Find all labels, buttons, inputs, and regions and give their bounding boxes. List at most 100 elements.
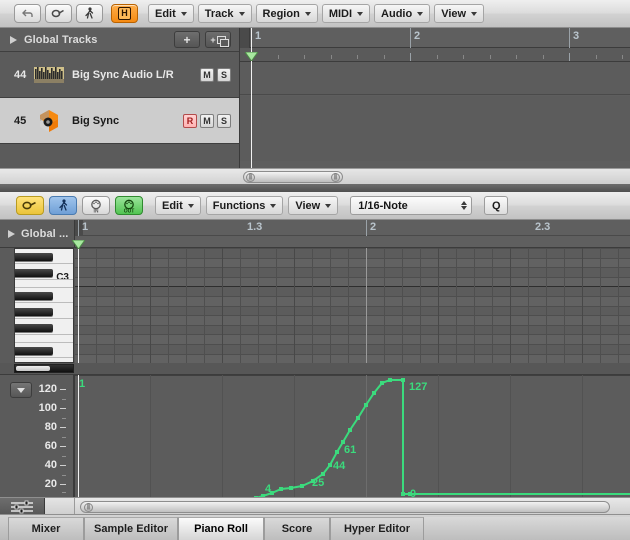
arrange-hscrollbar[interactable]: ||| |||: [240, 168, 630, 184]
svg-text:IN: IN: [94, 208, 99, 213]
velocity-params-dropdown[interactable]: [10, 382, 32, 398]
ruler-tick: [622, 55, 623, 59]
ruler-tick: [383, 55, 385, 59]
velocity-canvas[interactable]: [75, 375, 630, 497]
scroll-grip-icon[interactable]: |||: [331, 172, 340, 182]
menu-functions[interactable]: Functions: [205, 196, 284, 215]
hyperdraw-toggle[interactable]: H: [111, 4, 138, 23]
chevron-down-icon: [471, 11, 478, 16]
disclosure-triangle-icon[interactable]: [8, 229, 15, 238]
tab-hyper-editor[interactable]: Hyper Editor: [330, 517, 424, 540]
playhead-flag-icon[interactable]: [71, 236, 86, 250]
menu-region[interactable]: Region: [255, 4, 318, 23]
arrange-ruler[interactable]: 1 2 3: [240, 28, 630, 48]
piano-roll-playhead[interactable]: [78, 248, 79, 363]
record-enable-button[interactable]: R: [183, 113, 197, 128]
piano-key-black[interactable]: [15, 324, 53, 332]
keyboard-gutter: [0, 248, 14, 363]
menu-edit-label: Edit: [162, 199, 183, 212]
piano-keyboard[interactable]: C3: [14, 248, 74, 363]
grid-line-vertical: [438, 248, 439, 363]
quantize-value-select[interactable]: 1/16-Note: [350, 196, 473, 215]
back-arrow-icon[interactable]: [14, 4, 41, 23]
mute-button[interactable]: M: [200, 113, 214, 128]
grid-line-vertical: [132, 248, 133, 363]
solo-button[interactable]: S: [217, 67, 231, 82]
grid-line-vertical: [546, 248, 547, 363]
stepper-arrows-icon[interactable]: [461, 201, 468, 210]
menu-track[interactable]: Track: [197, 4, 252, 23]
tab-mixer[interactable]: Mixer: [8, 517, 84, 540]
tab-score[interactable]: Score: [264, 517, 330, 540]
menu-audio[interactable]: Audio: [374, 4, 431, 23]
disclosure-triangle-icon[interactable]: [10, 35, 17, 44]
ruler-tick: [277, 55, 279, 59]
menu-view[interactable]: View: [288, 196, 339, 215]
piano-roll-hscroll-thumb[interactable]: |||: [80, 501, 610, 513]
grid-line-vertical: [276, 248, 277, 363]
midi-in-icon[interactable]: IN: [82, 196, 110, 215]
add-track-button[interactable]: +: [174, 31, 200, 48]
scroll-grip-icon[interactable]: |||: [246, 172, 255, 182]
piano-roll-global-header[interactable]: Global ...: [0, 220, 75, 248]
global-tracks-row[interactable]: Global Tracks + +: [0, 28, 239, 52]
playhead-flag-icon[interactable]: [244, 48, 259, 62]
bar-line: [78, 220, 79, 236]
midi-out-icon[interactable]: OUT: [115, 196, 143, 215]
add-track-stack-button[interactable]: +: [205, 31, 231, 48]
global-label: Global ...: [21, 227, 69, 240]
bar-line: [410, 28, 411, 48]
arrange-hscroll-thumb[interactable]: ||| |||: [243, 171, 343, 183]
arrange-canvas[interactable]: 1 2 3 Big Sync: [240, 28, 630, 224]
grid-line-vertical: [492, 248, 493, 363]
bar-label: 2: [370, 221, 377, 233]
mute-button[interactable]: M: [200, 67, 214, 82]
menu-midi[interactable]: MIDI: [321, 4, 371, 23]
piano-key-black[interactable]: [15, 253, 53, 261]
menu-edit[interactable]: Edit: [155, 196, 201, 215]
arrange-subruler: [240, 48, 630, 62]
piano-roll-toolbar: IN OUT Edit Functions View 1/16-Note Q: [0, 192, 630, 220]
bar-label: 2.3: [535, 221, 551, 233]
grid-line-vertical: [240, 248, 241, 363]
catch-playhead-icon[interactable]: [76, 4, 103, 23]
chevron-down-icon: [180, 11, 187, 16]
piano-key-black[interactable]: [15, 308, 53, 316]
piano-key-black[interactable]: [15, 347, 53, 355]
piano-roll-grid[interactable]: [75, 248, 630, 363]
quantize-button[interactable]: Q: [484, 196, 509, 215]
chevron-down-icon: [187, 203, 194, 208]
solo-button[interactable]: S: [217, 113, 231, 128]
menu-view[interactable]: View: [434, 4, 485, 23]
link-icon[interactable]: [16, 196, 44, 215]
arrange-toolbar: H Edit Track Region MIDI Audio View: [0, 0, 630, 28]
keyboard-vscroll[interactable]: [14, 364, 74, 373]
link-icon[interactable]: [45, 4, 72, 23]
track-row[interactable]: 44 Big Sync Audio L/R M S: [0, 52, 239, 98]
menu-edit[interactable]: Edit: [148, 4, 194, 23]
tab-piano-roll[interactable]: Piano Roll: [178, 517, 264, 540]
quantize-value-label: 1/16-Note: [358, 199, 408, 212]
chevron-down-icon: [304, 11, 311, 16]
grid-line-vertical: [330, 248, 331, 363]
piano-roll-ruler[interactable]: 1 1.3 2 2.3: [75, 220, 630, 248]
grid-line-vertical: [186, 248, 187, 363]
waveform-icon: [34, 64, 64, 86]
tab-sample-editor[interactable]: Sample Editor: [84, 517, 178, 540]
velocity-value-label: 4: [265, 483, 272, 495]
velocity-pane: 120 100 80 60 40 20 |||: [0, 374, 630, 516]
axis-tick-label: 120: [38, 383, 57, 395]
bar-label: 3: [573, 30, 580, 42]
track-number: 45: [14, 114, 27, 127]
axis-tick-label: 40: [44, 459, 57, 471]
catch-playhead-icon[interactable]: [49, 196, 77, 215]
track-lane-audio[interactable]: [240, 62, 630, 95]
velocity-curve[interactable]: [75, 375, 630, 497]
velocity-playhead: [78, 375, 79, 497]
piano-key-black[interactable]: [15, 269, 53, 277]
track-lane-midi[interactable]: Big Sync: [240, 96, 630, 224]
track-row[interactable]: 45 Big Sync R M S: [0, 98, 239, 144]
scroll-grip-icon[interactable]: |||: [84, 502, 93, 512]
track-name: Big Sync Audio L/R: [72, 68, 174, 81]
piano-key-black[interactable]: [15, 292, 53, 300]
